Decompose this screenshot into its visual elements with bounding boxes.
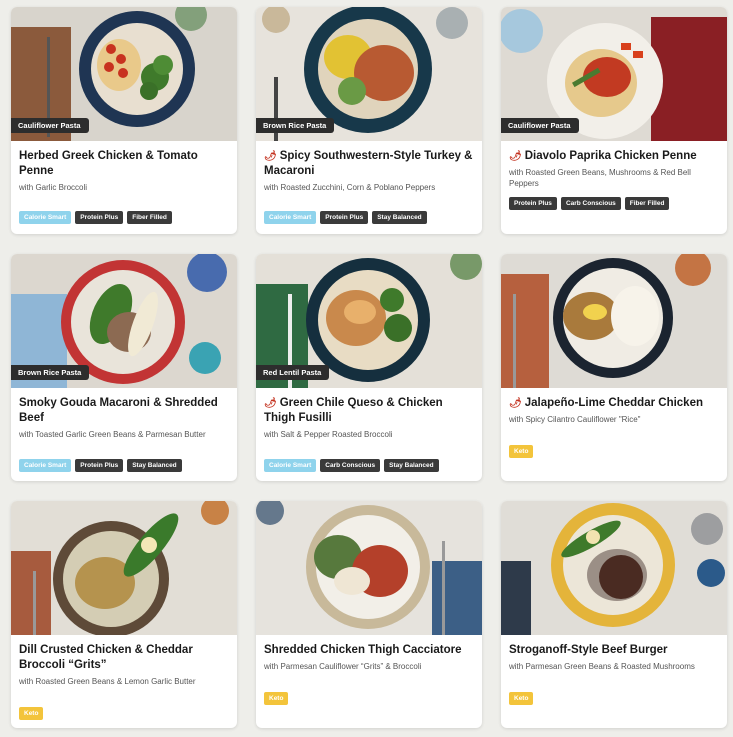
recipe-subtitle: with Roasted Zucchini, Corn & Poblano Pe… [264,183,436,192]
recipe-title[interactable]: 🌶 Jalapeño-Lime Cheddar Chicken [509,396,719,411]
recipe-subtitle: with Roasted Green Beans, Mushrooms & Re… [509,168,691,188]
badge-stay-balanced: Stay Balanced [372,211,427,224]
recipe-card[interactable]: Cauliflower Pasta 🌶 Diavolo Paprika Chick… [501,7,727,234]
recipe-title[interactable]: 🌶 Spicy Southwestern-Style Turkey & Macar… [264,149,474,179]
recipe-subtitle: with Roasted Green Beans & Lemon Garlic … [19,677,196,686]
badge-protein-plus: Protein Plus [509,197,557,210]
recipe-title[interactable]: Smoky Gouda Macaroni & Shredded Beef [19,396,229,426]
badge-list: Calorie Smart Carb Conscious Stay Balanc… [264,459,439,472]
recipe-photo[interactable]: Cauliflower Pasta [501,7,727,141]
spicy-chili-icon: 🌶 [509,398,522,409]
recipe-photo[interactable]: Brown Rice Pasta [256,7,482,141]
badge-carb-conscious: Carb Conscious [560,197,621,210]
badge-calorie-smart: Calorie Smart [19,459,72,472]
recipe-card[interactable]: Red Lentil Pasta 🌶 Green Chile Queso & Ch… [256,254,482,481]
recipe-subtitle: with Garlic Broccoli [19,183,88,192]
recipe-subtitle: with Parmesan Cauliflower “Grits” & Broc… [264,662,422,671]
badge-list: Protein Plus Carb Conscious Fiber Filled [509,197,670,210]
recipe-photo[interactable]: Brown Rice Pasta [11,254,237,388]
recipe-photo[interactable]: Red Lentil Pasta [256,254,482,388]
badge-calorie-smart: Calorie Smart [264,459,317,472]
recipe-photo[interactable] [11,501,237,635]
recipe-photo[interactable] [501,254,727,388]
badge-stay-balanced: Stay Balanced [384,459,439,472]
recipe-card[interactable]: Dill Crusted Chicken & Cheddar Broccoli … [11,501,237,728]
recipe-title[interactable]: 🌶 Green Chile Queso & Chicken Thigh Fusil… [264,396,474,426]
recipe-photo[interactable]: Cauliflower Pasta [11,7,237,141]
badge-list: Keto [19,707,44,720]
recipe-card[interactable]: Brown Rice Pasta Smoky Gouda Macaroni & … [11,254,237,481]
recipe-photo[interactable] [256,501,482,635]
recipe-subtitle: with Salt & Pepper Roasted Broccoli [264,430,393,439]
badge-stay-balanced: Stay Balanced [127,459,182,472]
recipe-title[interactable]: Herbed Greek Chicken & Tomato Penne [19,149,229,179]
pasta-type-tag: Red Lentil Pasta [256,365,330,380]
pasta-type-tag: Brown Rice Pasta [11,365,90,380]
badge-carb-conscious: Carb Conscious [320,459,381,472]
spicy-chili-icon: 🌶 [264,398,277,409]
recipe-subtitle: with Parmesan Green Beans & Roasted Mush… [509,662,695,671]
badge-list: Keto [264,692,289,705]
recipe-title[interactable]: Dill Crusted Chicken & Cheddar Broccoli … [19,643,229,673]
spicy-chili-icon: 🌶 [264,151,277,162]
pasta-type-tag: Cauliflower Pasta [501,118,579,133]
badge-list: Keto [509,445,534,458]
recipe-card[interactable]: 🌶 Jalapeño-Lime Cheddar Chicken with Spic… [501,254,727,481]
recipe-card[interactable]: Shredded Chicken Thigh Cacciatore with P… [256,501,482,728]
badge-list: Calorie Smart Protein Plus Stay Balanced [19,459,182,472]
badge-calorie-smart: Calorie Smart [19,211,72,224]
spicy-chili-icon: 🌶 [509,151,522,162]
badge-fiber-filled: Fiber Filled [127,211,172,224]
pasta-type-tag: Cauliflower Pasta [11,118,89,133]
recipe-photo[interactable] [501,501,727,635]
badge-fiber-filled: Fiber Filled [624,197,670,210]
badge-keto: Keto [264,692,289,705]
pasta-type-tag: Brown Rice Pasta [256,118,335,133]
badge-keto: Keto [509,445,534,458]
badge-protein-plus: Protein Plus [75,211,124,224]
recipe-title[interactable]: Shredded Chicken Thigh Cacciatore [264,643,474,658]
badge-list: Calorie Smart Protein Plus Stay Balanced [264,211,427,224]
badge-list: Keto [509,692,534,705]
recipe-subtitle: with Spicy Cilantro Cauliflower "Rice" [509,415,641,424]
badge-keto: Keto [19,707,44,720]
badge-protein-plus: Protein Plus [320,211,369,224]
recipe-grid: Cauliflower Pasta Herbed Greek Chicken &… [0,0,733,737]
badge-protein-plus: Protein Plus [75,459,124,472]
recipe-subtitle: with Toasted Garlic Green Beans & Parmes… [19,430,206,439]
badge-calorie-smart: Calorie Smart [264,211,317,224]
recipe-title[interactable]: 🌶 Diavolo Paprika Chicken Penne [509,149,719,164]
recipe-card[interactable]: Cauliflower Pasta Herbed Greek Chicken &… [11,7,237,234]
badge-list: Calorie Smart Protein Plus Fiber Filled [19,211,172,224]
recipe-card[interactable]: Stroganoff-Style Beef Burger with Parmes… [501,501,727,728]
recipe-title[interactable]: Stroganoff-Style Beef Burger [509,643,719,658]
badge-keto: Keto [509,692,534,705]
recipe-card[interactable]: Brown Rice Pasta 🌶 Spicy Southwestern-Sty… [256,7,482,234]
